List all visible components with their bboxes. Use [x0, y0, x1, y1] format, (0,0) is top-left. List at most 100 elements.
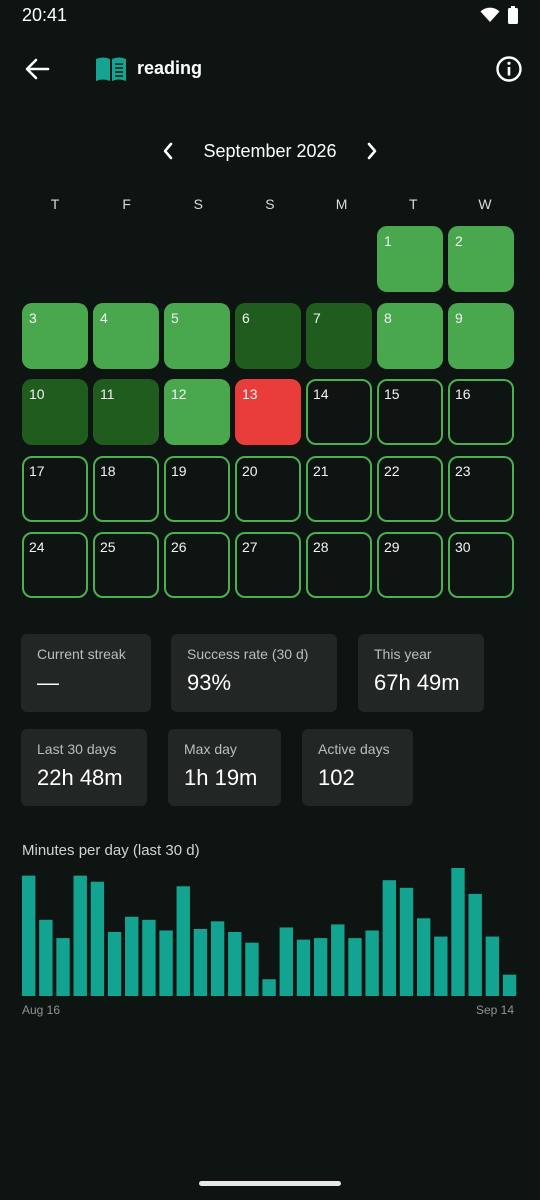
calendar-day-15[interactable]: 15	[377, 379, 443, 445]
calendar-day-5[interactable]: 5	[164, 302, 230, 369]
success-rate-value: 93%	[187, 670, 232, 695]
calendar-day-14[interactable]: 14	[306, 379, 372, 445]
battery-icon	[508, 6, 518, 29]
arrow-left-icon	[25, 58, 50, 80]
this-year-value: 67h 49m	[374, 670, 460, 695]
calendar-day-29[interactable]: 29	[377, 532, 443, 598]
wifi-icon	[480, 7, 500, 28]
last-30-days-card: Last 30 days 22h 48m	[21, 729, 147, 806]
active-days-label: Active days	[318, 741, 390, 757]
back-button[interactable]	[22, 54, 52, 84]
page-title: reading	[137, 58, 203, 78]
chart-bar	[73, 875, 87, 996]
current-streak-label: Current streak	[37, 646, 126, 662]
chart-bar	[22, 875, 36, 996]
calendar-day-16[interactable]: 16	[448, 379, 514, 445]
month-navigation: September 2026	[0, 140, 540, 162]
chart-bar	[468, 893, 482, 996]
status-time: 20:41	[22, 5, 68, 25]
active-days-value: 102	[318, 765, 355, 790]
calendar-day-1[interactable]: 1	[377, 226, 443, 292]
chart-bar	[210, 921, 225, 996]
calendar-day-13[interactable]: 13	[235, 379, 301, 445]
success-rate-card: Success rate (30 d) 93%	[171, 634, 337, 712]
calendar-day-20[interactable]: 20	[235, 455, 301, 522]
status-icons	[480, 6, 518, 29]
next-month-button[interactable]	[361, 140, 383, 162]
last-30-days-label: Last 30 days	[37, 741, 117, 757]
calendar-day-17[interactable]: 17	[22, 455, 88, 522]
chart-bar	[348, 938, 362, 996]
calendar-day-10[interactable]: 10	[22, 379, 88, 445]
chart-bar	[39, 919, 53, 996]
chart-bar	[159, 930, 173, 996]
calendar-day-7[interactable]: 7	[306, 302, 372, 369]
chart-bar	[279, 927, 293, 996]
calendar-day-22[interactable]: 22	[377, 455, 443, 522]
chart-bar	[245, 942, 259, 996]
calendar-day-8[interactable]: 8	[377, 302, 443, 369]
weekday-label: M	[335, 196, 348, 212]
weekday-label: F	[122, 196, 131, 212]
chart-bar	[416, 918, 431, 996]
chart-bar	[193, 928, 208, 996]
calendar-day-23[interactable]: 23	[448, 455, 514, 522]
book-open-icon	[95, 56, 127, 87]
weekday-label: W	[478, 196, 492, 212]
calendar-day-25[interactable]: 25	[93, 532, 159, 598]
this-year-card: This year 67h 49m	[358, 634, 484, 712]
this-year-label: This year	[374, 646, 432, 662]
calendar-day-4[interactable]: 4	[93, 302, 159, 369]
calendar-day-2[interactable]: 2	[448, 226, 514, 292]
chart-bar	[331, 924, 345, 996]
weekday-label: T	[409, 196, 418, 212]
calendar-day-6[interactable]: 6	[235, 302, 301, 369]
chart-bar	[107, 932, 122, 996]
chart-bar	[176, 886, 190, 996]
calendar-day-24[interactable]: 24	[22, 532, 88, 598]
chart-bar	[313, 938, 328, 996]
weekday-label: S	[193, 196, 203, 212]
home-indicator[interactable]	[199, 1181, 341, 1186]
weekday-header: T F S S M T W	[22, 196, 518, 212]
weekday-label: T	[50, 196, 60, 212]
chart-bar	[296, 939, 311, 996]
chart-bar	[142, 919, 156, 996]
minutes-per-day-chart	[22, 868, 517, 996]
chevron-right-icon	[367, 142, 376, 160]
current-streak-card: Current streak —	[21, 634, 151, 712]
calendar-day-30[interactable]: 30	[448, 532, 514, 598]
chevron-left-icon	[164, 142, 173, 160]
chart-bar	[399, 887, 414, 996]
current-streak-value: —	[37, 670, 59, 695]
calendar-day-21[interactable]: 21	[306, 455, 372, 522]
active-days-card: Active days 102	[302, 729, 413, 806]
weekday-label: S	[265, 196, 275, 212]
max-day-value: 1h 19m	[184, 765, 258, 790]
chart-bar	[485, 936, 500, 996]
chart-bar	[262, 979, 276, 996]
max-day-label: Max day	[184, 741, 237, 757]
calendar-day-11[interactable]: 11	[93, 379, 159, 445]
calendar-day-18[interactable]: 18	[93, 455, 159, 522]
chart-bar	[125, 916, 139, 996]
calendar-day-9[interactable]: 9	[448, 302, 514, 369]
info-icon	[496, 56, 522, 82]
chart-bar	[228, 932, 242, 996]
chart-bar	[365, 930, 379, 996]
success-rate-label: Success rate (30 d)	[187, 646, 309, 662]
calendar-day-3[interactable]: 3	[22, 302, 88, 369]
max-day-card: Max day 1h 19m	[168, 729, 281, 806]
x-axis-end-label: Sep 14	[476, 1003, 515, 1017]
calendar-day-12[interactable]: 12	[164, 379, 230, 445]
info-button[interactable]	[495, 55, 523, 83]
chart-bar	[90, 881, 105, 996]
chart-bar	[382, 880, 397, 996]
chart-bar	[56, 938, 70, 996]
previous-month-button[interactable]	[157, 140, 179, 162]
calendar-day-27[interactable]: 27	[235, 532, 301, 598]
calendar-day-26[interactable]: 26	[164, 532, 230, 598]
calendar-day-19[interactable]: 19	[164, 455, 230, 522]
calendar-day-28[interactable]: 28	[306, 532, 372, 598]
chart-bar	[451, 868, 465, 996]
